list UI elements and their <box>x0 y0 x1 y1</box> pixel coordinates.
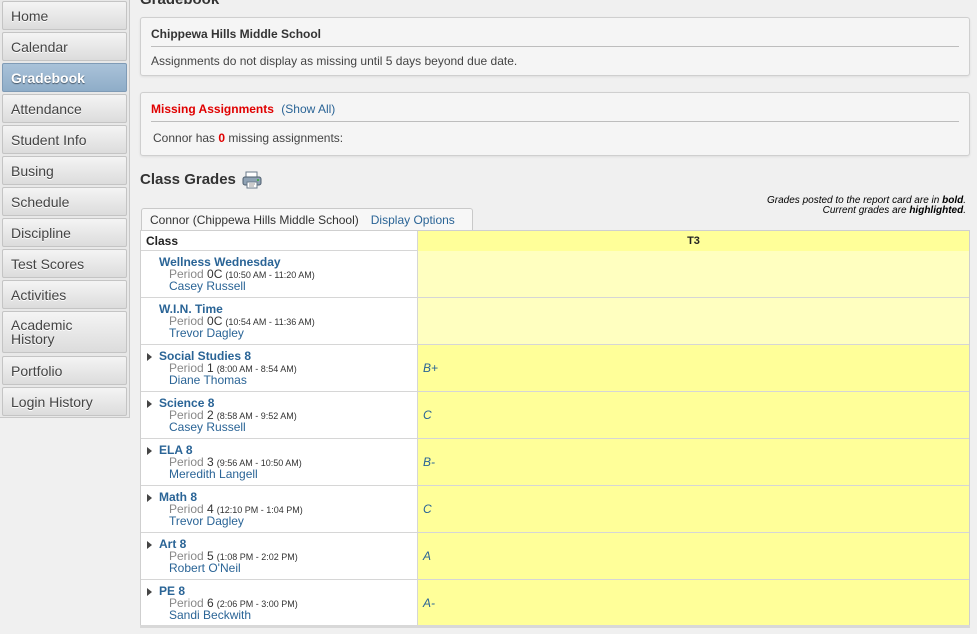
sidebar-nav: Home Calendar Gradebook Attendance Stude… <box>0 0 130 418</box>
expand-arrow-icon[interactable] <box>147 541 152 549</box>
class-grades-heading: Class Grades <box>140 171 236 188</box>
display-options-link[interactable]: Display Options <box>371 213 455 227</box>
sidebar-item-attendance[interactable]: Attendance <box>2 94 127 123</box>
missing-assignments-title: Missing Assignments <box>151 102 274 116</box>
sidebar-item-gradebook[interactable]: Gradebook <box>2 63 127 92</box>
table-row: Art 8 Period 5 (1:08 PM - 2:02 PM) Robert O… <box>141 533 418 580</box>
missing-summary: Connor has 0 missing assignments: <box>153 131 343 145</box>
grade-cell[interactable]: B- <box>418 439 969 486</box>
expand-arrow-icon[interactable] <box>147 400 152 408</box>
student-tab[interactable]: Connor (Chippewa Hills Middle School) Di… <box>141 208 473 230</box>
sidebar-item-label: Home <box>11 7 49 24</box>
missing-assignments-panel: Missing Assignments (Show All) Connor ha… <box>140 92 970 156</box>
grade-cell <box>418 251 969 298</box>
sidebar-item-label: Academic History <box>11 317 73 347</box>
table-row: Math 8 Period 4 (12:10 PM - 1:04 PM) Trevor… <box>141 486 418 533</box>
grade-cell[interactable]: A- <box>418 580 969 627</box>
expand-arrow-icon[interactable] <box>147 494 152 502</box>
table-row: Wellness Wednesday Period 0C (10:50 AM - 1… <box>141 251 418 298</box>
grade-cell[interactable]: A <box>418 533 969 580</box>
sidebar-item-schedule[interactable]: Schedule <box>2 187 127 216</box>
sidebar-item-label: Attendance <box>11 100 82 117</box>
missing-prefix: Connor has <box>153 131 216 145</box>
teacher-link[interactable]: Trevor Dagley <box>169 326 244 340</box>
expand-arrow-icon[interactable] <box>147 588 152 596</box>
school-name: Chippewa Hills Middle School <box>151 27 322 41</box>
table-row: W.I.N. Time Period 0C (10:54 AM - 11:36 AM… <box>141 298 418 345</box>
sidebar-item-login-history[interactable]: Login History <box>2 387 127 416</box>
missing-suffix: missing assignments: <box>228 131 344 145</box>
sidebar-item-portfolio[interactable]: Portfolio <box>2 356 127 385</box>
grade-cell[interactable]: C <box>418 486 969 533</box>
sidebar-item-label: Calendar <box>11 38 68 55</box>
teacher-link[interactable]: Casey Russell <box>169 279 246 293</box>
grade-cell <box>418 298 969 345</box>
table-row: PE 8 Period 6 (2:06 PM - 3:00 PM) Sandi Bec… <box>141 580 418 627</box>
missing-count: 0 <box>218 131 226 145</box>
sidebar-item-busing[interactable]: Busing <box>2 156 127 185</box>
sidebar-item-calendar[interactable]: Calendar <box>2 32 127 61</box>
missing-note: Assignments do not display as missing un… <box>151 54 518 68</box>
table-footer-bar <box>140 625 970 628</box>
grades-table: Class T3 Wellness Wednesday Period 0C (10:… <box>140 230 970 627</box>
table-row: Science 8 Period 2 (8:58 AM - 9:52 AM) Case… <box>141 392 418 439</box>
printer-icon[interactable] <box>241 171 263 189</box>
page-title: Gradebook <box>140 0 219 8</box>
expand-arrow-icon[interactable] <box>147 353 152 361</box>
sidebar-item-home[interactable]: Home <box>2 1 127 30</box>
teacher-link[interactable]: Casey Russell <box>169 420 246 434</box>
teacher-link[interactable]: Sandi Beckwith <box>169 608 251 622</box>
grade-cell[interactable]: B+ <box>418 345 969 392</box>
sidebar-item-activities[interactable]: Activities <box>2 280 127 309</box>
expand-arrow-icon[interactable] <box>147 447 152 455</box>
sidebar-item-label: Login History <box>11 393 93 410</box>
sidebar-item-test-scores[interactable]: Test Scores <box>2 249 127 278</box>
sidebar-item-label: Schedule <box>11 193 70 210</box>
sidebar-item-discipline[interactable]: Discipline <box>2 218 127 247</box>
table-row: ELA 8 Period 3 (9:56 AM - 10:50 AM) Meredit… <box>141 439 418 486</box>
grade-cell[interactable]: C <box>418 392 969 439</box>
sidebar-item-label: Gradebook <box>11 69 85 86</box>
grades-legend: Grades posted to the report card are in … <box>767 195 966 216</box>
sidebar-item-student-info[interactable]: Student Info <box>2 125 127 154</box>
sidebar-item-label: Busing <box>11 162 54 179</box>
show-all-link[interactable]: (Show All) <box>281 102 335 116</box>
sidebar-item-label: Portfolio <box>11 362 63 379</box>
legend-line2: Current grades are <box>822 205 907 216</box>
column-header-term: T3 <box>418 231 969 252</box>
divider <box>151 46 959 47</box>
sidebar-item-label: Activities <box>11 286 67 303</box>
column-header-class: Class <box>141 231 418 251</box>
teacher-link[interactable]: Diane Thomas <box>169 373 247 387</box>
student-tab-label: Connor (Chippewa Hills Middle School) <box>150 212 359 227</box>
sidebar-item-label: Student Info <box>11 131 87 148</box>
sidebar-item-label: Test Scores <box>11 255 85 272</box>
divider <box>151 121 959 122</box>
teacher-link[interactable]: Trevor Dagley <box>169 514 244 528</box>
teacher-link[interactable]: Meredith Langell <box>169 467 258 481</box>
table-row: Social Studies 8 Period 1 (8:00 AM - 8:54 … <box>141 345 418 392</box>
teacher-link[interactable]: Robert O'Neil <box>169 561 241 575</box>
sidebar-item-label: Discipline <box>11 224 71 241</box>
school-panel: Chippewa Hills Middle School Assignments… <box>140 17 970 76</box>
legend-highlighted: highlighted <box>909 205 964 216</box>
sidebar-item-academic-history[interactable]: Academic History <box>2 311 127 353</box>
